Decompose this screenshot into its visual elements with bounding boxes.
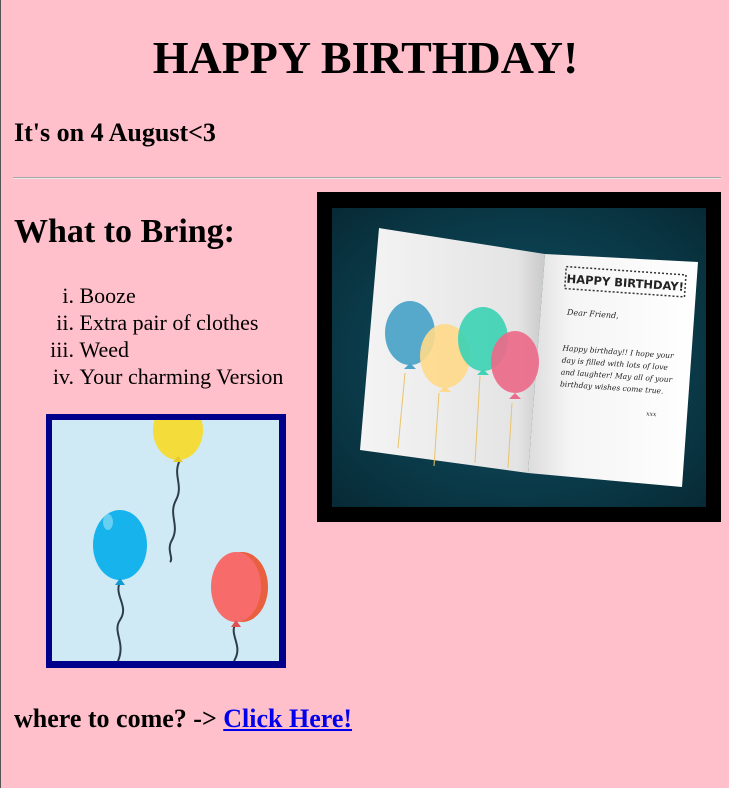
- date-line: It's on 4 August<3: [14, 118, 216, 147]
- divider: [13, 177, 721, 179]
- balloons-background: [52, 420, 279, 661]
- list-item-number: ii.: [56, 310, 74, 335]
- what-to-bring-heading: What to Bring:: [14, 213, 235, 250]
- balloon-icon: [153, 420, 203, 462]
- balloons-image: [46, 414, 286, 668]
- list-item-label: Weed: [79, 337, 130, 362]
- balloons-illustration: [93, 420, 268, 661]
- list-item-label: Extra pair of clothes: [79, 310, 259, 335]
- balloon-icon: [211, 552, 268, 627]
- list-item-number: iv.: [52, 364, 74, 389]
- page-title: HAPPY BIRTHDAY!: [152, 32, 579, 83]
- list-item-number: iii.: [50, 337, 74, 362]
- list-item: iv. Your charming Version: [14, 363, 284, 390]
- bring-list: i. Booze ii. Extra pair of clothes iii. …: [14, 282, 283, 390]
- list-item-label: Booze: [79, 283, 136, 308]
- list-item: iii. Weed: [14, 336, 283, 363]
- list-item-number: i.: [62, 283, 74, 308]
- list-item: ii. Extra pair of clothes: [14, 309, 283, 336]
- list-item: i. Booze: [14, 282, 283, 309]
- birthday-card-illustration: HAPPY BIRTHDAY! Dear Friend, Happy birth…: [360, 228, 698, 487]
- click-here-link[interactable]: Click Here!: [223, 704, 352, 733]
- directions-line: where to come? -> Click Here!: [14, 703, 352, 735]
- balloon-icon: [93, 510, 147, 585]
- card-signature: xxx: [646, 411, 657, 419]
- balloon-icon: [491, 331, 539, 393]
- birthday-card-image: HAPPY BIRTHDAY! Dear Friend, Happy birth…: [317, 192, 721, 522]
- list-item-label: Your charming Version: [79, 364, 284, 389]
- card-background: HAPPY BIRTHDAY! Dear Friend, Happy birth…: [332, 208, 706, 507]
- directions-prompt: where to come? ->: [14, 704, 224, 733]
